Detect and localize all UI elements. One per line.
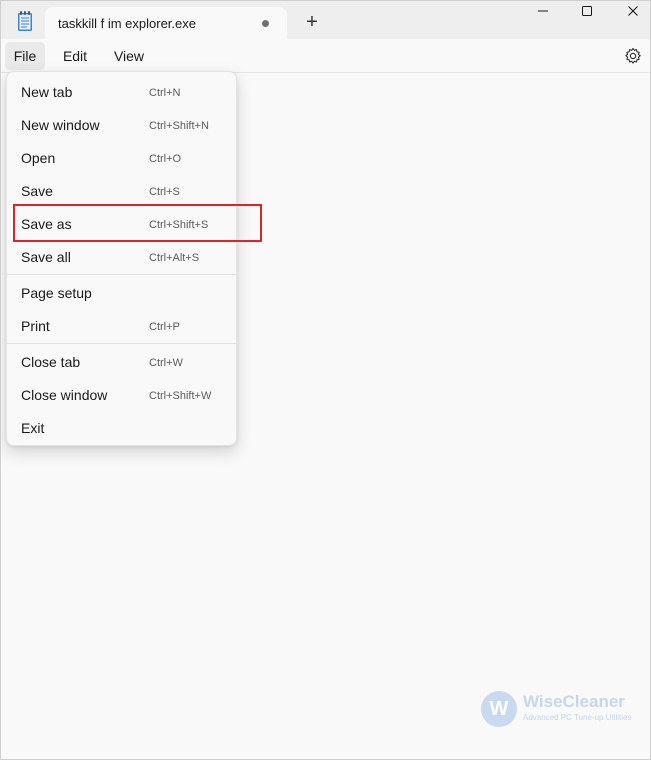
menu-item-shortcut: Ctrl+Alt+S (149, 252, 200, 264)
watermark-tagline: Advanced PC Tune-up Utilities (523, 713, 632, 722)
tab-title: taskkill f im explorer.exe (58, 16, 196, 31)
menu-item-shortcut: Ctrl+N (149, 87, 181, 99)
menu-item-label: New tab (21, 84, 73, 100)
menu-item-save-all[interactable]: Save all Ctrl+Alt+S (7, 240, 236, 273)
menu-bar: File Edit View (1, 39, 650, 73)
notepad-window: taskkill f im explorer.exe + File Edit V… (0, 0, 651, 760)
maximize-icon (581, 4, 593, 22)
menu-item-shortcut: Ctrl+S (149, 186, 180, 198)
menu-item-label: Page setup (21, 285, 92, 301)
menu-item-shortcut: Ctrl+Shift+W (149, 390, 212, 402)
menu-item-open[interactable]: Open Ctrl+O (7, 141, 236, 174)
document-tab[interactable]: taskkill f im explorer.exe (45, 7, 287, 39)
menu-separator (7, 343, 236, 344)
notepad-icon (15, 10, 35, 32)
menu-item-shortcut: Ctrl+O (149, 153, 182, 165)
menu-item-label: New window (21, 117, 100, 133)
menu-item-label: Exit (21, 420, 45, 436)
close-button[interactable] (610, 1, 650, 25)
menu-item-label: Close window (21, 387, 108, 403)
maximize-button[interactable] (564, 1, 610, 25)
menu-item-shortcut: Ctrl+W (149, 357, 183, 369)
wisecleaner-logo-icon: W (481, 691, 517, 727)
menu-item-shortcut: Ctrl+Shift+N (149, 120, 209, 132)
save-as-highlight-box (13, 204, 262, 242)
menu-item-exit[interactable]: Exit (7, 411, 236, 444)
menu-item-label: Print (21, 318, 50, 334)
wisecleaner-watermark: W WiseCleaner Advanced PC Tune-up Utilit… (481, 691, 641, 731)
minimize-icon (537, 4, 549, 22)
menu-edit[interactable]: Edit (53, 42, 97, 70)
minimize-button[interactable] (520, 1, 566, 25)
close-icon (627, 4, 639, 22)
unsaved-dot-icon[interactable] (262, 20, 269, 27)
menu-item-label: Open (21, 150, 56, 166)
watermark-name: WiseCleaner (523, 692, 625, 711)
menu-item-new-window[interactable]: New window Ctrl+Shift+N (7, 108, 236, 141)
menu-item-print[interactable]: Print Ctrl+P (7, 309, 236, 342)
file-menu-dropdown: New tab Ctrl+N New window Ctrl+Shift+N O… (6, 71, 237, 446)
menu-item-label: Save (21, 183, 53, 199)
title-bar: taskkill f im explorer.exe + (1, 1, 650, 39)
menu-separator (7, 274, 236, 275)
menu-file[interactable]: File (5, 42, 45, 70)
menu-item-page-setup[interactable]: Page setup (7, 276, 236, 309)
menu-item-close-tab[interactable]: Close tab Ctrl+W (7, 345, 236, 378)
menu-view[interactable]: View (105, 42, 153, 70)
menu-item-new-tab[interactable]: New tab Ctrl+N (7, 75, 236, 108)
menu-item-shortcut: Ctrl+P (149, 321, 180, 333)
menu-item-save[interactable]: Save Ctrl+S (7, 174, 236, 207)
menu-item-label: Close tab (21, 354, 81, 370)
menu-item-label: Save all (21, 249, 71, 265)
menu-item-close-window[interactable]: Close window Ctrl+Shift+W (7, 378, 236, 411)
new-tab-button[interactable]: + (299, 9, 325, 35)
gear-icon[interactable] (623, 46, 643, 66)
